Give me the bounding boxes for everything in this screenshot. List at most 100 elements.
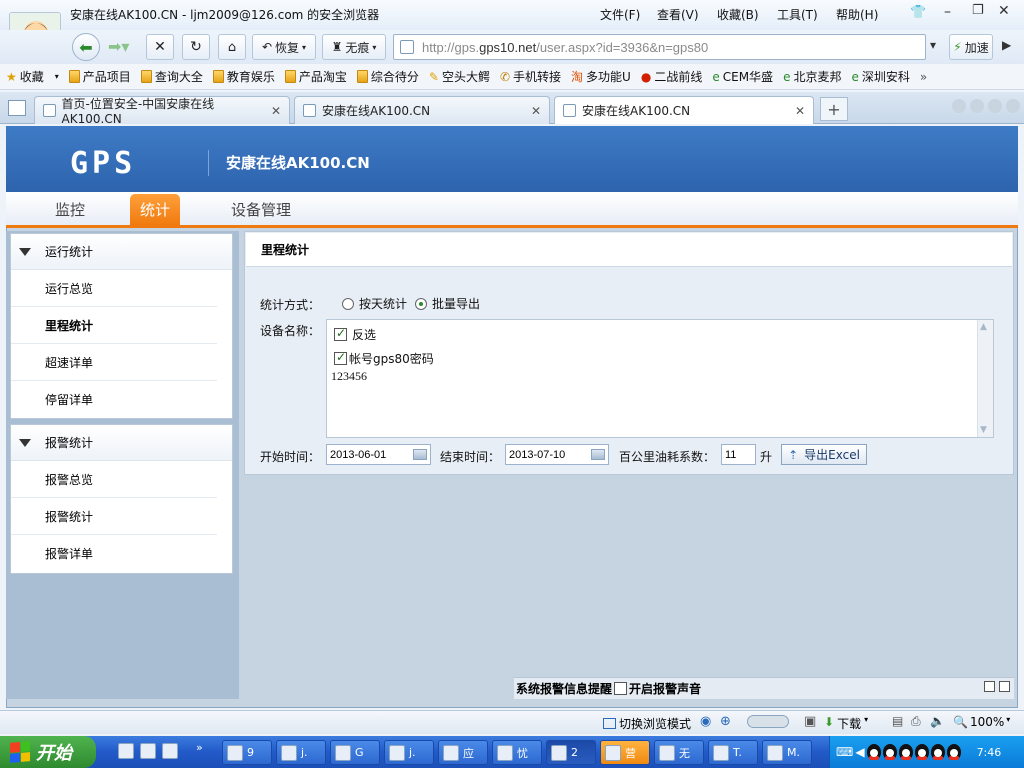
taskbar-item[interactable]: j.	[276, 740, 326, 765]
download-button[interactable]: ⬇ 下载 ▾	[824, 715, 868, 732]
browser-tab-1[interactable]: 首页-位置安全-中国安康在线AK100.CN ✕	[34, 96, 290, 126]
menu-help[interactable]: 帮助(H)	[836, 6, 878, 23]
bookmark-item[interactable]: 产品项目	[68, 68, 131, 85]
qq-icon[interactable]	[898, 744, 913, 760]
go-arrow-icon[interactable]: ▶	[1002, 38, 1011, 52]
taskbar-item[interactable]: G	[330, 740, 380, 765]
taskbar-item[interactable]: j.	[384, 740, 434, 765]
bookmark-item[interactable]: 教育娱乐	[212, 68, 275, 85]
shirt-icon[interactable]: 👕	[910, 5, 926, 20]
incognito-button[interactable]: ♜ 无痕 ▾	[322, 34, 386, 60]
quick-launch-icon[interactable]	[140, 743, 156, 759]
close-icon[interactable]: ✕	[271, 104, 281, 118]
screenshot-icon[interactable]: ▣	[804, 714, 816, 729]
sidebar-group-header[interactable]: 运行统计	[11, 234, 232, 270]
switch-mode-button[interactable]: 切换浏览模式	[603, 715, 691, 732]
bookmark-item[interactable]: 综合待分	[356, 68, 419, 85]
bookmark-item[interactable]: 淘多功能U	[571, 68, 631, 85]
print-icon[interactable]: ⎙	[911, 714, 921, 729]
qq-icon[interactable]	[866, 744, 881, 760]
scroll-down-icon[interactable]: ▼	[980, 425, 987, 435]
menu-tools[interactable]: 工具(T)	[777, 6, 818, 23]
refresh-button[interactable]: ↻	[182, 34, 210, 60]
browser-tab-3[interactable]: 安康在线AK100.CN ✕	[554, 96, 814, 124]
minimize-button[interactable]: –	[944, 4, 951, 20]
quick-launch-overflow-icon[interactable]: »	[196, 741, 203, 754]
tools-icon[interactable]: ▤	[892, 714, 903, 728]
quick-launch-icon[interactable]	[118, 743, 134, 759]
bookmarks-overflow-icon[interactable]: »	[920, 70, 927, 84]
browser-tab-2[interactable]: 安康在线AK100.CN ✕	[294, 96, 550, 124]
export-excel-button[interactable]: ⇡ 导出Excel	[781, 444, 867, 465]
nav-tab-device-management[interactable]: 设备管理	[222, 194, 300, 225]
radio-batch-export[interactable]: 批量导出	[415, 295, 480, 312]
alarm-sound-checkbox[interactable]	[614, 682, 628, 695]
invert-select-checkbox[interactable]: 反选	[334, 326, 376, 343]
device-list-scrollbar[interactable]: ▲ ▼	[977, 320, 993, 437]
bookmark-item[interactable]: ✎ 空头大鳄	[429, 68, 490, 85]
sidebar-item-alarm-overview[interactable]: 报警总览	[11, 461, 217, 498]
taskbar-item[interactable]: T.	[708, 740, 758, 765]
start-date-input[interactable]: 2013-06-01	[326, 444, 431, 465]
bookmark-item[interactable]: 产品淘宝	[284, 68, 347, 85]
scroll-up-icon[interactable]: ▲	[980, 322, 987, 332]
qq-icon[interactable]	[946, 744, 961, 760]
sidebar-item-stop[interactable]: 停留详单	[11, 381, 217, 418]
sidebar-group-header[interactable]: 报警统计	[11, 425, 232, 461]
sidebar-item-alarm-detail[interactable]: 报警详单	[11, 535, 217, 572]
bookmark-item[interactable]: e 北京麦邦	[783, 68, 841, 85]
qq-icon[interactable]	[930, 744, 945, 760]
nav-tab-monitor[interactable]: 监控	[40, 194, 100, 225]
nav-tab-statistics[interactable]: 统计	[130, 194, 180, 225]
start-button[interactable]: 开始	[0, 736, 96, 768]
bookmark-item[interactable]: ✆ 手机转接	[500, 68, 561, 85]
minimize-panel-icon[interactable]	[984, 681, 995, 692]
bookmark-item[interactable]: 查询大全	[140, 68, 203, 85]
tray-expand-icon[interactable]: ◀	[855, 745, 864, 759]
stop-button[interactable]: ✕	[146, 34, 174, 60]
volume-icon[interactable]: 🔈	[930, 714, 945, 728]
taskbar-item[interactable]: 忧	[492, 740, 542, 765]
quick-launch-icon[interactable]	[162, 743, 178, 759]
sidebar-item-overspeed[interactable]: 超速详单	[11, 344, 217, 381]
fuel-coefficient-input[interactable]: 11	[721, 444, 756, 465]
menu-view[interactable]: 查看(V)	[657, 6, 699, 23]
radio-by-day[interactable]: 按天统计	[342, 295, 407, 312]
taskbar-item[interactable]: 2	[546, 740, 596, 765]
tab-scroll-controls[interactable]	[952, 99, 1020, 115]
taskbar-item[interactable]: 应	[438, 740, 488, 765]
close-window-button[interactable]: ✕	[998, 3, 1010, 19]
address-dropdown-icon[interactable]: ▾	[930, 38, 936, 52]
new-tab-button[interactable]: +	[820, 97, 848, 121]
sidebar-item-mileage[interactable]: 里程统计	[11, 307, 217, 344]
tab-right-icon[interactable]	[970, 99, 984, 113]
menu-favorites[interactable]: 收藏(B)	[717, 6, 759, 23]
zoom-control[interactable]: 🔍 100% ▾	[953, 715, 1010, 729]
tab-close-all-icon[interactable]	[1006, 99, 1020, 113]
calendar-icon[interactable]	[591, 449, 605, 460]
close-icon[interactable]: ✕	[531, 104, 541, 118]
tab-left-icon[interactable]	[952, 99, 966, 113]
home-button[interactable]: ⌂	[218, 34, 246, 60]
taskbar-item[interactable]: 营	[600, 740, 650, 765]
globe-icon[interactable]: ⊕	[720, 714, 731, 729]
back-button[interactable]: ⬅	[72, 33, 100, 61]
device-list[interactable]	[326, 319, 994, 438]
end-date-input[interactable]: 2013-07-10	[505, 444, 609, 465]
address-bar[interactable]: http://gps. gps10.net/user.aspx?id=3936&n…	[393, 34, 926, 60]
sidebar-item-alarm-stats[interactable]: 报警统计	[11, 498, 217, 535]
maximize-button[interactable]: ❐	[972, 3, 984, 18]
bookmark-item[interactable]: ● 二战前线	[641, 68, 703, 85]
qq-icon[interactable]	[914, 744, 929, 760]
bookmark-item[interactable]: e CEM华盛	[712, 68, 773, 85]
speedup-button[interactable]: ⚡ 加速	[949, 34, 993, 60]
sidebar-item-run-overview[interactable]: 运行总览	[11, 270, 217, 307]
close-icon[interactable]: ✕	[795, 104, 805, 118]
clock[interactable]: 7:46	[977, 746, 1002, 759]
maximize-panel-icon[interactable]	[999, 681, 1010, 692]
bookmark-item[interactable]: e 深圳安科	[851, 68, 909, 85]
taskbar-item[interactable]: M.	[762, 740, 812, 765]
taskbar-item[interactable]: 9	[222, 740, 272, 765]
toggle-switch[interactable]	[747, 715, 789, 728]
ie-mode-icon[interactable]: ◉	[700, 714, 711, 729]
